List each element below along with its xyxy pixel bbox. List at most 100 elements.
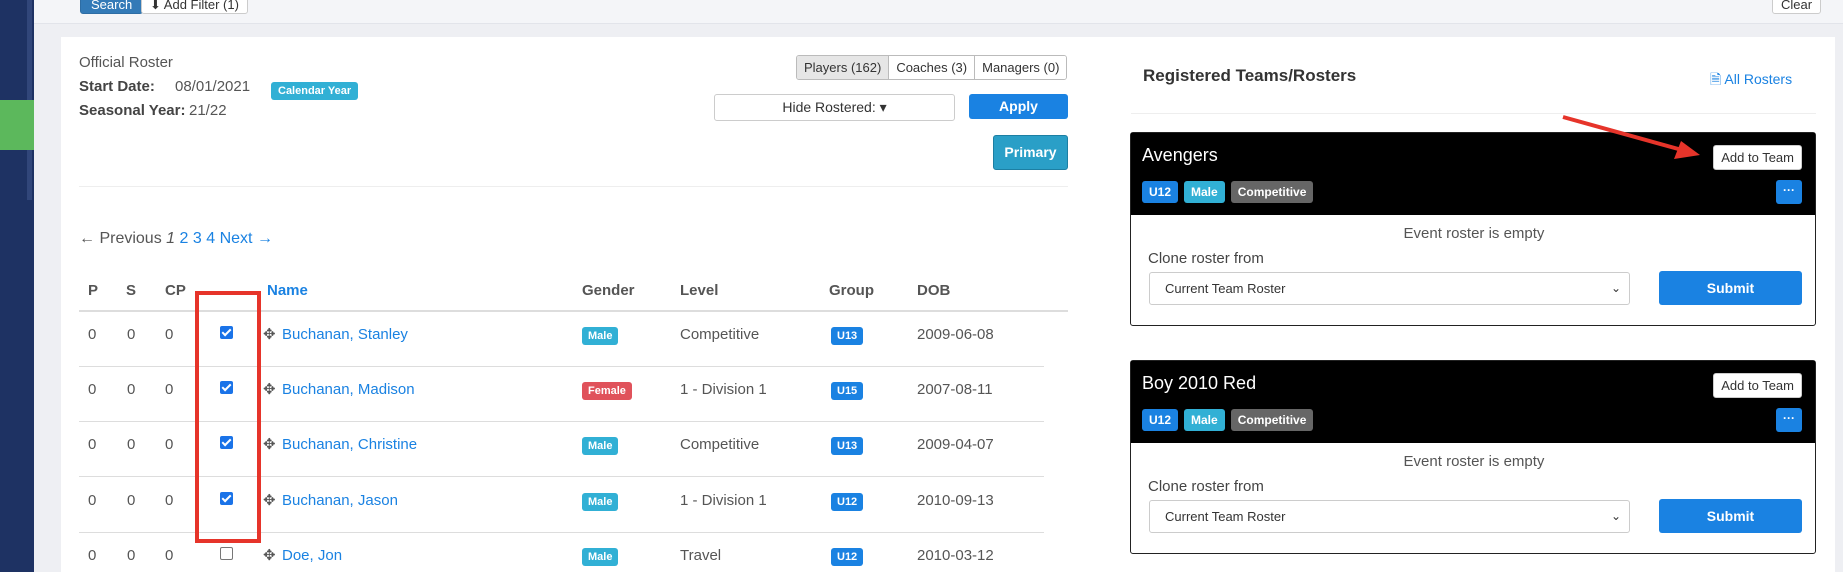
drag-handle-icon[interactable]: ✥ <box>263 546 276 564</box>
cell-dob: 2007-08-11 <box>917 381 993 398</box>
nav-active-item[interactable] <box>0 100 34 150</box>
divider <box>1131 113 1816 114</box>
checkbox-highlight-annotation <box>195 291 261 543</box>
clone-roster-label: Clone roster from <box>1148 478 1264 495</box>
cell-p: 0 <box>88 547 97 564</box>
personnel-tabs: Players (162) Coaches (3) Managers (0) <box>796 55 1068 80</box>
pager-current: 1 <box>166 230 176 247</box>
add-filter-button[interactable]: ⬇ Add Filter (1) <box>141 0 248 14</box>
player-name-link[interactable]: Buchanan, Madison <box>282 381 415 398</box>
pager-next[interactable]: Next → <box>220 230 273 247</box>
seasonal-year-value: 21/22 <box>189 102 227 119</box>
submit-button[interactable]: Submit <box>1659 499 1802 533</box>
calendar-year-badge: Calendar Year <box>271 82 359 100</box>
search-button[interactable]: Search <box>80 0 144 14</box>
drag-handle-icon[interactable]: ✥ <box>263 325 276 343</box>
cell-cp: 0 <box>165 492 174 509</box>
more-options-icon[interactable]: ··· <box>1776 408 1802 432</box>
cell-level: Travel <box>680 547 722 564</box>
submit-button[interactable]: Submit <box>1659 271 1802 305</box>
col-p[interactable]: P <box>88 282 98 299</box>
seasonal-year-row: Seasonal Year: 21/22 <box>79 102 227 119</box>
cell-cp: 0 <box>165 547 174 564</box>
cell-p: 0 <box>88 326 97 343</box>
filter-icon: ⬇ <box>150 0 164 12</box>
player-name-link[interactable]: Buchanan, Christine <box>282 436 417 453</box>
divider <box>79 186 1068 187</box>
seasonal-year-label: Seasonal Year: <box>79 102 186 119</box>
pager-page-3[interactable]: 3 <box>193 230 202 247</box>
cell-level: Competitive <box>680 326 760 343</box>
cell-cp: 0 <box>165 381 174 398</box>
cell-cp: 0 <box>165 326 174 343</box>
team-tag: Male <box>1184 409 1225 431</box>
gender-badge: Female <box>582 382 632 400</box>
start-date-value: 08/01/2021 <box>175 78 251 95</box>
group-badge: U13 <box>831 437 864 455</box>
team-tags: U12 Male Competitive <box>1142 181 1314 203</box>
drag-handle-icon[interactable]: ✥ <box>263 491 276 509</box>
col-name[interactable]: Name <box>267 282 308 299</box>
team-body: Event roster is empty Clone roster from Cu… <box>1131 215 1815 325</box>
player-name-link[interactable]: Buchanan, Stanley <box>282 326 408 343</box>
group-badge: U15 <box>831 382 864 400</box>
pager-page-4[interactable]: 4 <box>206 230 215 247</box>
col-gender[interactable]: Gender <box>582 282 635 299</box>
empty-roster-message: Event roster is empty <box>1403 225 1545 242</box>
drag-handle-icon[interactable]: ✥ <box>263 435 276 453</box>
hide-rostered-dropdown[interactable]: Hide Rostered: ▾ <box>714 94 955 121</box>
col-cp[interactable]: CP <box>165 282 186 299</box>
tab-managers[interactable]: Managers (0) <box>975 56 1067 79</box>
team-card: Avengers Add to Team U12 Male Competitive ···… <box>1130 132 1816 326</box>
cell-p: 0 <box>88 436 97 453</box>
tab-players[interactable]: Players (162) <box>797 56 890 79</box>
chevron-down-icon: ⌄ <box>1610 281 1621 295</box>
cell-level: 1 - Division 1 <box>680 381 767 398</box>
start-date-row: Start Date: 08/01/2021 <box>79 78 250 95</box>
chevron-down-icon: ⌄ <box>1610 509 1621 523</box>
add-to-team-button[interactable]: Add to Team <box>1713 373 1802 398</box>
cell-level: 1 - Division 1 <box>680 492 767 509</box>
clone-roster-select[interactable]: Current Team Roster ⌄ <box>1149 500 1630 533</box>
apply-button[interactable]: Apply <box>969 94 1068 119</box>
col-dob[interactable]: DOB <box>917 282 950 299</box>
drag-handle-icon[interactable]: ✥ <box>263 380 276 398</box>
caret-down-icon: ▾ <box>879 99 887 115</box>
group-badge: U12 <box>831 493 864 511</box>
clone-roster-select[interactable]: Current Team Roster ⌄ <box>1149 272 1630 305</box>
player-name-link[interactable]: Buchanan, Jason <box>282 492 398 509</box>
cell-s: 0 <box>127 436 136 453</box>
pager-previous[interactable]: ← Previous <box>79 230 162 247</box>
cell-s: 0 <box>127 492 136 509</box>
primary-button[interactable]: Primary <box>993 135 1068 170</box>
player-name-link[interactable]: Doe, Jon <box>282 547 342 564</box>
team-tags: U12 Male Competitive <box>1142 409 1314 431</box>
tab-coaches[interactable]: Coaches (3) <box>889 56 976 79</box>
pager-page-2[interactable]: 2 <box>180 230 189 247</box>
row-checkbox[interactable] <box>220 547 233 560</box>
clear-button[interactable]: Clear <box>1772 0 1822 14</box>
clone-roster-label: Clone roster from <box>1148 250 1264 267</box>
cell-dob: 2009-04-07 <box>917 436 994 453</box>
roster-heading: Official Roster <box>79 54 173 71</box>
cell-s: 0 <box>127 326 136 343</box>
team-tag: Competitive <box>1230 409 1314 431</box>
document-icon: 🗎 <box>1710 71 1722 87</box>
more-options-icon[interactable]: ··· <box>1776 180 1802 204</box>
team-tag: U12 <box>1142 409 1179 431</box>
team-body: Event roster is empty Clone roster from Cu… <box>1131 443 1815 553</box>
gender-badge: Male <box>582 437 619 455</box>
all-rosters-link[interactable]: 🗎 All Rosters <box>1710 69 1792 93</box>
cell-dob: 2010-03-12 <box>917 547 994 564</box>
top-filter-bar <box>34 0 1843 24</box>
col-group[interactable]: Group <box>829 282 874 299</box>
cell-p: 0 <box>88 381 97 398</box>
add-to-team-button[interactable]: Add to Team <box>1713 145 1802 170</box>
cell-dob: 2009-06-08 <box>917 326 994 343</box>
col-s[interactable]: S <box>126 282 136 299</box>
gender-badge: Male <box>582 548 619 566</box>
registered-title: Registered Teams/Rosters <box>1143 66 1357 85</box>
team-name: Avengers <box>1142 145 1218 165</box>
pagination: ← Previous 1 2 3 4 Next → <box>79 230 273 248</box>
col-level[interactable]: Level <box>680 282 718 299</box>
